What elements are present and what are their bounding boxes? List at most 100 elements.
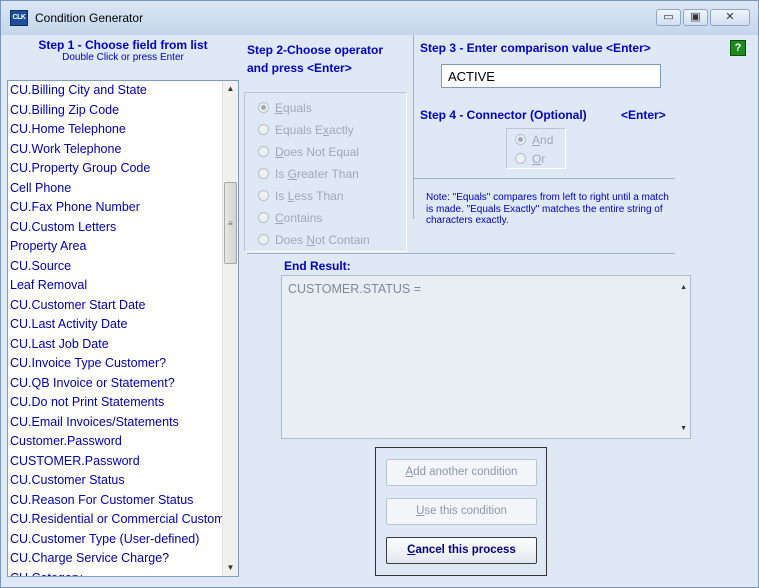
scroll-up-icon[interactable]: ▲ [223,81,238,97]
end-result-text: CUSTOMER.STATUS = [288,282,422,296]
step1-title: Step 1 - Choose field from list [38,38,208,52]
operator-option[interactable]: Does Not Contain [258,233,370,251]
minimize-icon: ▭ [663,11,674,23]
step4-enter-hint: <Enter> [621,108,666,122]
operator-label-post: ess Than [294,189,344,203]
operator-label-key: E [275,101,284,115]
field-list-item[interactable]: CU.QB Invoice or Statement? [8,374,223,394]
cancel-process-button[interactable]: Cancel this process [386,537,537,564]
connector-label-key: O [532,152,542,166]
operator-label-key: C [275,211,284,225]
field-list-item[interactable]: CU.Last Job Date [8,335,223,355]
title-bar[interactable]: CLK Condition Generator ▭ ▣ ✕ [1,1,758,35]
connector-label-post: r [541,152,546,166]
field-list-item[interactable]: CU.Category [8,569,223,577]
field-list-item[interactable]: CU.Billing Zip Code [8,101,223,121]
field-list-item[interactable]: CU.Invoice Type Customer? [8,354,223,374]
grip-icon: ≡ [228,219,233,228]
operator-option[interactable]: Does Not Equal [258,145,359,163]
step1-header: Step 1 - Choose field from list Double C… [7,38,239,63]
field-list-item[interactable]: CU.Property Group Code [8,159,223,179]
action-button-group: Add another condition Use this condition… [375,447,547,576]
operator-label-key: N [306,233,316,247]
minimize-button[interactable]: ▭ [656,9,681,26]
add-condition-button[interactable]: Add another condition [386,459,537,486]
client-area: Step 1 - Choose field from list Double C… [7,35,754,583]
field-list-item[interactable]: Property Area [8,237,223,257]
operator-label-pre: Is [275,167,288,181]
divider [413,178,675,179]
add-condition-label-post: dd another condition [413,466,518,478]
field-list-item[interactable]: CU.Reason For Customer Status [8,491,223,511]
comparison-value-input[interactable] [441,64,661,88]
operator-option[interactable]: Is Greater Than [258,167,359,185]
operator-label-key: G [287,167,298,181]
divider [247,253,675,254]
operator-label-key: D [275,145,284,159]
radio-icon[interactable] [258,190,269,201]
field-list-item[interactable]: CU.Residential or Commercial Customer [8,510,223,530]
connector-label-post: nd [540,133,554,147]
operator-group: Equals Equals Exactly Does Not Equal Is Gre… [244,92,407,252]
radio-icon[interactable] [515,153,526,164]
divider [413,35,414,219]
operator-label-pre: Does [275,233,307,247]
connector-option[interactable]: And [515,133,553,147]
field-list-item[interactable]: CU.Source [8,257,223,277]
field-list-item[interactable]: CU.Customer Start Date [8,296,223,316]
field-list-item[interactable]: CUSTOMER.Password [8,452,223,472]
operator-label-post: reater Than [297,167,359,181]
radio-icon[interactable] [258,102,269,113]
operator-label-pre: Equals E [275,123,324,137]
radio-icon[interactable] [258,146,269,157]
step2-title-line2: and press <Enter> [247,61,352,75]
field-list-item[interactable]: CU.Do not Print Statements [8,393,223,413]
operator-option[interactable]: Contains [258,211,322,229]
maximize-button[interactable]: ▣ [683,9,708,26]
help-button[interactable]: ? [730,40,746,56]
field-list-item[interactable]: CU.Last Activity Date [8,315,223,335]
use-condition-button[interactable]: Use this condition [386,498,537,525]
operator-option[interactable]: Equals [258,101,312,119]
connector-group: And Or [506,128,566,169]
scroll-down-icon[interactable]: ▼ [680,425,687,432]
scroll-up-icon[interactable]: ▲ [680,284,687,291]
operator-label-post: oes Not Equal [283,145,360,159]
operator-label-post: quals [283,101,312,115]
radio-icon[interactable] [258,168,269,179]
close-button[interactable]: ✕ [710,9,750,26]
scroll-thumb[interactable]: ≡ [224,182,237,264]
app-icon: CLK [10,10,28,26]
operator-label-pre: Is [275,189,288,203]
connector-label-key: A [532,133,541,147]
maximize-icon: ▣ [690,11,701,23]
connector-option[interactable]: Or [515,152,545,166]
field-list-item[interactable]: CU.Custom Letters [8,218,223,238]
field-list-scrollbar[interactable]: ▲ ≡ ▼ [222,81,238,576]
field-list-item[interactable]: CU.Work Telephone [8,140,223,160]
radio-icon[interactable] [258,212,269,223]
operator-label-post: ot Contain [315,233,370,247]
field-list-item[interactable]: CU.Customer Status [8,471,223,491]
field-list-item[interactable]: CU.Charge Service Charge? [8,549,223,569]
operator-option[interactable]: Is Less Than [258,189,344,207]
cancel-label-post: ancel this process [415,544,516,556]
field-list-item[interactable]: CU.Billing City and State [8,81,223,101]
field-list-item[interactable]: Leaf Removal [8,276,223,296]
field-list-item[interactable]: CU.Home Telephone [8,120,223,140]
field-list[interactable]: CU.Billing City and State CU.Billing Zip … [7,80,239,577]
step4-title: Step 4 - Connector (Optional) [420,108,587,122]
field-list-item[interactable]: CU.Fax Phone Number [8,198,223,218]
radio-icon[interactable] [515,134,526,145]
radio-icon[interactable] [258,234,269,245]
field-list-item[interactable]: Cell Phone [8,179,223,199]
field-list-item[interactable]: CU.Email Invoices/Statements [8,413,223,433]
field-list-item[interactable]: CU.Customer Type (User-defined) [8,530,223,550]
note-text: Note: "Equals" compares from left to rig… [426,192,669,226]
field-list-item[interactable]: Customer.Password [8,432,223,452]
scroll-down-icon[interactable]: ▼ [223,560,238,576]
operator-option[interactable]: Equals Exactly [258,123,354,141]
step2-title-line1: Step 2-Choose operator [247,43,384,57]
operator-label-post: actly [329,123,354,137]
radio-icon[interactable] [258,124,269,135]
